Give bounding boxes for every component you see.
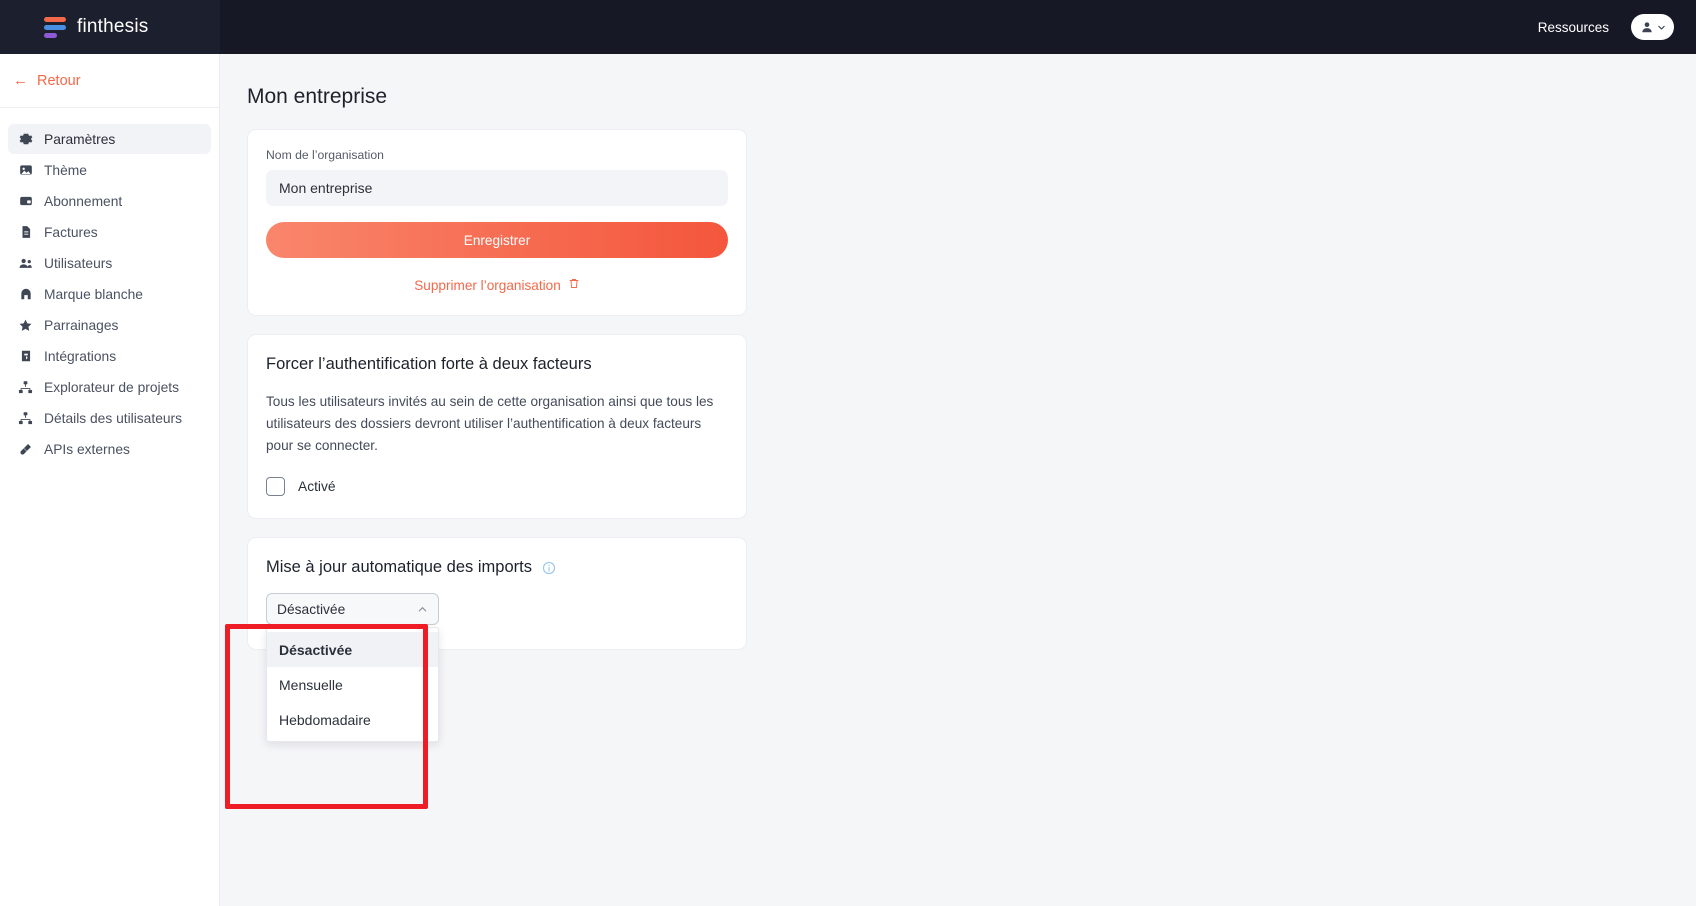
hierarchy-icon — [18, 411, 33, 426]
page-title: Mon entreprise — [247, 85, 388, 108]
hierarchy-icon — [18, 380, 33, 395]
puzzle-icon — [18, 349, 33, 364]
save-button[interactable]: Enregistrer — [266, 222, 728, 258]
resources-link[interactable]: Ressources — [1538, 20, 1609, 35]
document-icon — [18, 225, 33, 240]
two-factor-title: Forcer l’authentification forte à deux f… — [266, 355, 592, 373]
sidebar-item-apis-externes[interactable]: APIs externes — [8, 434, 211, 464]
app-root: finthesis Ressources ← Retour Paramètres… — [0, 0, 1696, 906]
image-icon — [18, 163, 33, 178]
sidebar: ← Retour Paramètres Thème Abonnement Fac… — [0, 54, 220, 906]
auto-update-select-value: Désactivée — [277, 601, 346, 617]
sidebar-item-label: Paramètres — [44, 131, 116, 147]
org-name-label: Nom de l’organisation — [266, 148, 384, 162]
top-bar: finthesis Ressources — [0, 0, 1696, 54]
organisation-card: Nom de l’organisation Enregistrer Suppri… — [247, 129, 747, 316]
finthesis-logo-bars-icon — [44, 15, 66, 39]
sidebar-item-explorateur-de-projets[interactable]: Explorateur de projets — [8, 372, 211, 402]
sidebar-item-details-des-utilisateurs[interactable]: Détails des utilisateurs — [8, 403, 211, 433]
sidebar-item-factures[interactable]: Factures — [8, 217, 211, 247]
delete-organisation-label: Supprimer l’organisation — [414, 277, 561, 293]
gear-icon — [18, 132, 33, 147]
sidebar-nav: Paramètres Thème Abonnement Factures Uti… — [0, 108, 219, 464]
brand-name: finthesis — [77, 16, 149, 37]
two-factor-checkbox-row[interactable]: Activé — [266, 477, 728, 497]
sidebar-item-marque-blanche[interactable]: Marque blanche — [8, 279, 211, 309]
brand-logo[interactable]: finthesis — [0, 0, 220, 54]
sidebar-item-label: Détails des utilisateurs — [44, 410, 183, 426]
sidebar-item-label: Factures — [44, 224, 98, 240]
auto-update-title: Mise à jour automatique des imports — [266, 558, 532, 577]
trash-icon — [568, 277, 580, 293]
sidebar-item-label: Utilisateurs — [44, 255, 113, 271]
two-factor-card: Forcer l’authentification forte à deux f… — [247, 334, 747, 520]
tag-icon — [18, 287, 33, 302]
sidebar-item-utilisateurs[interactable]: Utilisateurs — [8, 248, 211, 278]
plug-icon — [18, 442, 33, 457]
two-factor-checkbox-label: Activé — [298, 479, 336, 495]
auto-update-card: Mise à jour automatique des imports Désa… — [247, 537, 747, 743]
back-button[interactable]: ← Retour — [0, 54, 219, 108]
sidebar-item-integrations[interactable]: Intégrations — [8, 341, 211, 371]
info-circle-icon[interactable] — [542, 561, 556, 575]
org-name-input[interactable] — [266, 170, 728, 206]
arrow-left-icon: ← — [13, 72, 28, 89]
sidebar-item-parrainages[interactable]: Parrainages — [8, 310, 211, 340]
sidebar-item-label: Parrainages — [44, 317, 119, 333]
back-label: Retour — [37, 72, 81, 89]
sidebar-item-label: Marque blanche — [44, 286, 143, 302]
sidebar-item-label: Explorateur de projets — [44, 379, 179, 395]
user-icon — [1640, 20, 1654, 34]
top-bar-right: Ressources — [1538, 14, 1696, 40]
users-icon — [18, 256, 33, 271]
delete-organisation-link[interactable]: Supprimer l’organisation — [266, 277, 728, 293]
sidebar-item-label: Abonnement — [44, 193, 123, 209]
auto-update-select-wrap: Désactivée Désactivée Mensuelle Hebdomad… — [266, 593, 439, 743]
two-factor-checkbox[interactable] — [266, 477, 285, 497]
account-menu-button[interactable] — [1631, 14, 1674, 40]
two-factor-description: Tous les utilisateurs invités au sein de… — [266, 394, 714, 454]
dropdown-option-hebdomadaire[interactable]: Hebdomadaire — [267, 702, 438, 737]
sidebar-item-abonnement[interactable]: Abonnement — [8, 186, 211, 216]
main-content: Mon entreprise Nom de l’organisation Enr… — [220, 54, 1696, 906]
sidebar-item-label: APIs externes — [44, 441, 130, 457]
dropdown-option-mensuelle[interactable]: Mensuelle — [267, 667, 438, 702]
credit-card-icon — [18, 194, 33, 209]
auto-update-select[interactable]: Désactivée — [266, 593, 439, 626]
star-icon — [18, 318, 33, 333]
sidebar-item-theme[interactable]: Thème — [8, 155, 211, 185]
sidebar-item-label: Intégrations — [44, 348, 117, 364]
auto-update-dropdown: Désactivée Mensuelle Hebdomadaire — [266, 627, 439, 743]
sidebar-item-parametres[interactable]: Paramètres — [8, 124, 211, 154]
sidebar-item-label: Thème — [44, 162, 87, 178]
chevron-down-icon — [1657, 23, 1666, 32]
auto-update-title-row: Mise à jour automatique des imports — [266, 558, 728, 577]
chevron-up-icon — [417, 604, 428, 615]
dropdown-option-desactivee[interactable]: Désactivée — [267, 632, 438, 668]
